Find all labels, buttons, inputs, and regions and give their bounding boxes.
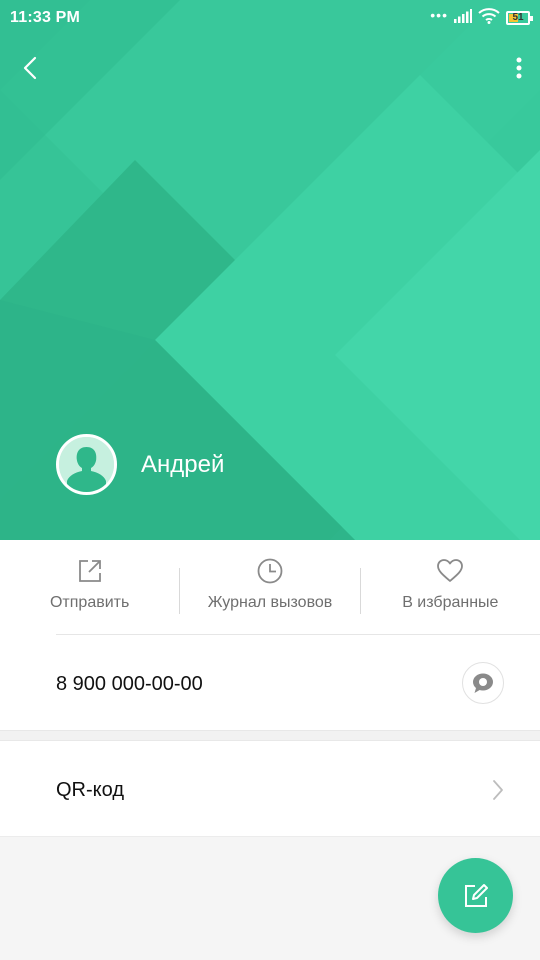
more-vertical-icon [516, 57, 522, 79]
send-contact-button[interactable]: Отправить [0, 540, 179, 635]
contact-actions: Отправить Журнал вызовов В избранные [0, 540, 540, 635]
default-avatar-icon [59, 437, 114, 492]
status-time: 11:33 PM [10, 9, 81, 26]
clock-icon [257, 558, 283, 584]
qr-code-row[interactable]: QR-код [0, 741, 540, 837]
wifi-icon [478, 7, 500, 29]
battery-icon: 51 [506, 11, 533, 25]
call-log-button[interactable]: Журнал вызовов [180, 540, 359, 635]
contact-info: Андрей [56, 434, 224, 495]
battery-level: 51 [512, 12, 524, 23]
add-to-favorites-label: В избранные [402, 594, 499, 611]
more-options-button[interactable] [486, 50, 522, 86]
chevron-right-icon [493, 780, 503, 800]
section-gap [0, 730, 540, 741]
contact-name: Андрей [141, 450, 225, 478]
add-to-favorites-button[interactable]: В избранные [361, 540, 540, 635]
send-contact-label: Отправить [49, 594, 130, 611]
send-message-button[interactable] [462, 662, 504, 704]
phone-row[interactable]: 8 900 000-00-00 [0, 635, 540, 730]
heart-icon [437, 559, 464, 582]
phone-number: 8 900 000-00-00 [56, 673, 203, 695]
back-arrow-icon [23, 56, 37, 80]
contact-header: 11:33 PM ••• 51 Андрей [0, 0, 540, 540]
call-log-label: Журнал вызовов [207, 594, 333, 611]
message-icon [473, 673, 493, 693]
qr-code-label: QR-код [56, 779, 124, 801]
notification-dots: ••• [430, 7, 448, 23]
avatar[interactable] [56, 434, 117, 495]
signal-icon [454, 8, 472, 28]
status-bar: 11:33 PM ••• 51 [0, 0, 540, 36]
edit-icon [464, 883, 488, 907]
share-icon [78, 560, 101, 582]
back-button[interactable] [12, 50, 48, 86]
status-icons: ••• 51 [430, 7, 533, 29]
edit-contact-button[interactable] [438, 858, 513, 933]
